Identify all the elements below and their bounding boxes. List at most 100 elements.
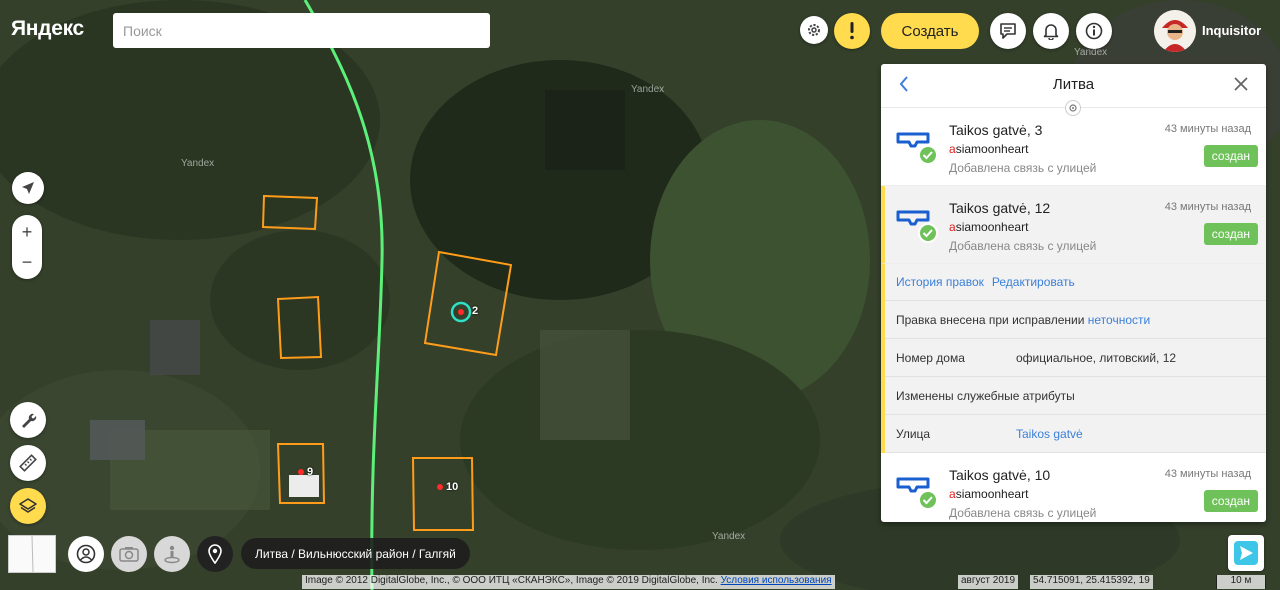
house-marker-dot[interactable] <box>298 469 304 475</box>
gear-icon <box>808 24 820 36</box>
user-layer-button[interactable] <box>68 536 104 572</box>
edit-details: История правок Редактировать Правка внес… <box>881 264 1266 453</box>
panel-title: Литва <box>1052 76 1095 93</box>
map-watermark: Yandex <box>631 84 665 95</box>
minimap-preview <box>9 535 55 573</box>
status-badge: создан <box>1203 223 1258 245</box>
address-pin-button[interactable] <box>197 536 233 572</box>
zoom-in-button[interactable]: + <box>22 217 33 247</box>
settings-button[interactable] <box>800 16 828 44</box>
status-badge: создан <box>1203 145 1258 167</box>
service-attrs-text: Изменены служебные атрибуты <box>896 388 1075 403</box>
detail-actions: История правок Редактировать <box>885 264 1266 301</box>
service-attrs-row: Изменены служебные атрибуты <box>885 377 1266 415</box>
edit-description: Добавлена связь с улицей <box>949 506 1097 520</box>
edit-description: Добавлена связь с улицей <box>949 239 1097 253</box>
house-marker-dot[interactable] <box>437 484 443 490</box>
status-badge: создан <box>1203 490 1258 512</box>
person-circle-icon <box>76 544 96 564</box>
map-watermark: Yandex <box>181 158 215 169</box>
edit-time: 43 минуты назад <box>1164 201 1251 213</box>
camera-icon <box>119 547 139 562</box>
edit-author[interactable]: asiamoonheart <box>949 142 1028 156</box>
address-edit-icon <box>896 132 938 165</box>
location-breadcrumb[interactable]: Литва / Вильнюсский район / Галгяй <box>241 538 470 569</box>
edit-time: 43 минуты назад <box>1164 123 1251 135</box>
edit-author[interactable]: asiamoonheart <box>949 220 1028 234</box>
street-row: Улица Taikos gatvė <box>885 415 1266 453</box>
street-link[interactable]: Taikos gatvė <box>1016 427 1083 441</box>
layers-icon <box>19 498 37 513</box>
author-name-rest: siamoonheart <box>955 142 1029 156</box>
edit-author[interactable]: asiamoonheart <box>949 487 1028 501</box>
feedback-button[interactable] <box>990 13 1026 49</box>
search-input[interactable] <box>113 13 490 48</box>
ruler-icon <box>19 454 37 472</box>
avatar[interactable] <box>1154 10 1196 52</box>
username[interactable]: Inquisitor <box>1202 23 1261 38</box>
copyright-text: Image © 2012 DigitalGlobe, Inc., © ООО И… <box>305 575 718 586</box>
edit-time: 43 минуты назад <box>1164 468 1251 480</box>
chat-icon <box>1000 23 1016 39</box>
layers-button[interactable] <box>10 488 46 524</box>
author-first-letter: a <box>949 487 956 501</box>
map-copyright: Image © 2012 DigitalGlobe, Inc., © ООО И… <box>302 575 835 589</box>
edit-list-item[interactable]: Taikos gatvė, 3 asiamoonheart Добавлена … <box>881 108 1266 186</box>
edits-panel: Литва Taikos gatvė, 3 asiamoonheart Доба… <box>881 64 1266 522</box>
ruler-button[interactable] <box>10 445 46 481</box>
minimap[interactable] <box>8 535 56 573</box>
cursor-coordinates: 54.715091, 25.415392, 19 <box>1030 575 1153 589</box>
house-number-label[interactable]: 9 <box>307 466 313 478</box>
author-first-letter: a <box>949 220 956 234</box>
address-edit-icon <box>896 477 938 510</box>
close-icon <box>1234 77 1248 91</box>
edit-list-item-selected[interactable]: Taikos gatvė, 12 asiamoonheart Добавлена… <box>881 186 1266 264</box>
terms-link[interactable]: Условия использования <box>721 575 832 586</box>
author-name-rest: siamoonheart <box>955 487 1029 501</box>
edit-title[interactable]: Taikos gatvė, 12 <box>949 200 1050 216</box>
edit-title[interactable]: Taikos gatvė, 3 <box>949 122 1042 138</box>
imagery-date: август 2019 <box>958 575 1019 589</box>
house-number-row: Номер дома официальное, литовский, 12 <box>885 339 1266 377</box>
author-name-rest: siamoonheart <box>955 220 1029 234</box>
map-scale: 10 м <box>1216 575 1266 589</box>
house-number-label: Номер дома <box>896 350 965 365</box>
house-number-label[interactable]: 10 <box>446 481 458 493</box>
zoom-out-button[interactable]: − <box>22 247 33 277</box>
photo-layer-button[interactable] <box>111 536 147 572</box>
close-button[interactable] <box>1234 77 1248 96</box>
wrench-icon <box>22 413 37 428</box>
send-arrow-icon <box>1234 541 1258 565</box>
author-first-letter: a <box>949 142 956 156</box>
create-button[interactable]: Создать <box>881 13 979 49</box>
house-number-value: официальное, литовский, 12 <box>1016 350 1177 365</box>
edit-title[interactable]: Taikos gatvė, 10 <box>949 467 1050 483</box>
street-label: Улица <box>896 426 931 441</box>
fix-row: Правка внесена при исправлении неточност… <box>885 301 1266 339</box>
notifications-button[interactable] <box>1033 13 1069 49</box>
bell-icon <box>1043 24 1059 40</box>
share-button[interactable] <box>1228 535 1264 571</box>
edit-list-item[interactable]: Taikos gatvė, 10 asiamoonheart Добавлена… <box>881 453 1266 522</box>
address-edit-icon <box>896 210 938 243</box>
exclamation-icon <box>850 22 854 40</box>
yandex-logo[interactable]: Яндекс <box>11 17 84 41</box>
map-watermark: Yandex <box>712 531 746 542</box>
info-icon <box>1085 22 1103 40</box>
house-number-label[interactable]: 2 <box>472 305 478 317</box>
inaccuracy-link[interactable]: неточности <box>1088 313 1150 327</box>
user-avatar-image <box>1154 10 1196 52</box>
edit-link[interactable]: Редактировать <box>992 275 1075 289</box>
fix-text: Правка внесена при исправлении <box>896 312 1085 327</box>
edit-description: Добавлена связь с улицей <box>949 161 1097 175</box>
alert-button[interactable] <box>834 13 870 49</box>
locate-me-button[interactable] <box>12 172 44 204</box>
house-marker-dot[interactable] <box>458 309 464 315</box>
tools-button[interactable] <box>10 402 46 438</box>
panorama-person-icon <box>164 545 180 564</box>
history-link[interactable]: История правок <box>896 275 984 289</box>
info-button[interactable] <box>1076 13 1112 49</box>
zoom-control: + − <box>12 215 42 279</box>
map-pin-icon <box>208 544 222 564</box>
panorama-layer-button[interactable] <box>154 536 190 572</box>
